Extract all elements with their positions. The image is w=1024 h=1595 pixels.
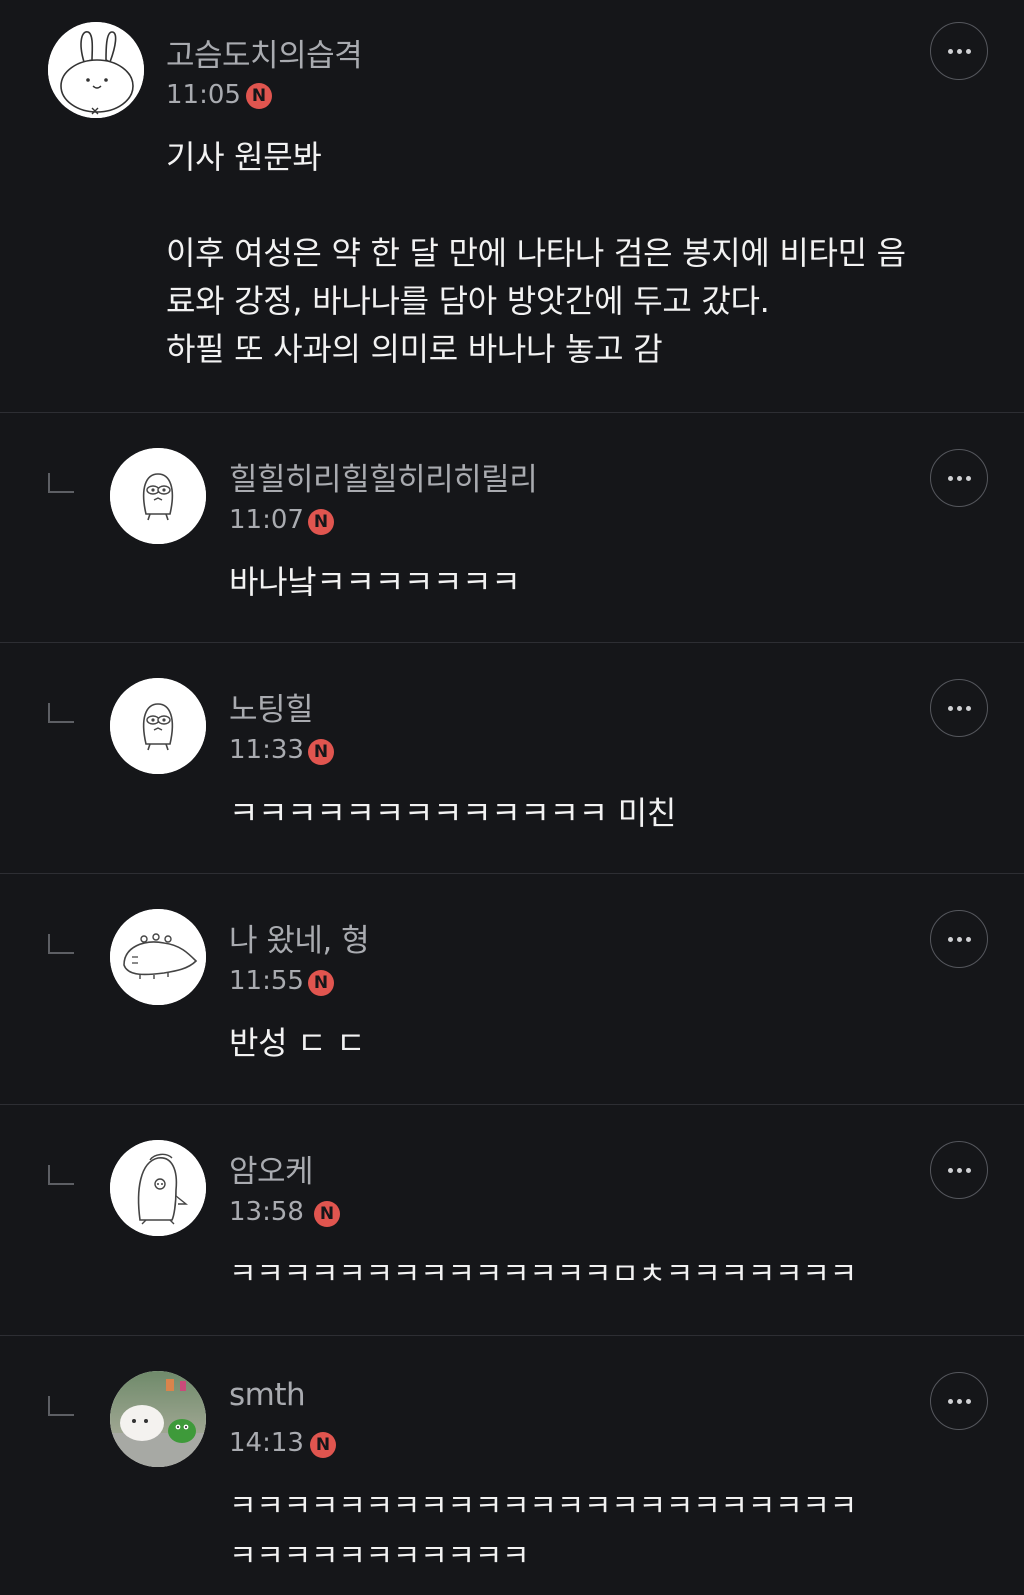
reply-indent-icon — [48, 1165, 74, 1185]
comment-time: 11:33 — [229, 735, 304, 765]
comment-text: ㅋㅋㅋㅋㅋㅋㅋㅋㅋㅋㅋㅋㅋㅋㅁㅊㅋㅋㅋㅋㅋㅋㅋ — [229, 1257, 857, 1292]
new-badge-icon: N — [310, 1432, 336, 1458]
comment-author[interactable]: 노팅힐 — [229, 684, 314, 729]
comment-time: 11:55 — [229, 966, 304, 996]
more-options-icon[interactable] — [930, 1141, 988, 1199]
new-badge-icon: N — [308, 739, 334, 765]
comment-time: 11:07 — [229, 505, 304, 535]
comment-time: 14:13 — [229, 1428, 304, 1458]
comment-text: ㅋㅋㅋㅋㅋㅋㅋㅋㅋㅋㅋㅋㅋ 미친 — [229, 794, 676, 832]
reply-item: 나 왔네, 형 11:55 N 반성 ㄷ ㄷ — [0, 874, 1024, 1105]
comment-author[interactable]: 암오케 — [229, 1146, 314, 1191]
reply-indent-icon — [48, 934, 74, 954]
reply-indent-icon — [48, 1396, 74, 1416]
creature-avatar[interactable] — [110, 448, 206, 544]
new-badge-icon: N — [308, 970, 334, 996]
comment-text: 바나낰ㅋㅋㅋㅋㅋㅋㅋ — [229, 563, 521, 601]
more-options-icon[interactable] — [930, 679, 988, 737]
reply-item: smth 14:13 N ㅋㅋㅋㅋㅋㅋㅋㅋㅋㅋㅋㅋㅋㅋㅋㅋㅋㅋㅋㅋㅋㅋㅋ ㅋㅋㅋ… — [0, 1336, 1024, 1595]
photo-avatar[interactable] — [110, 1371, 206, 1467]
comment-text: 반성 ㄷ ㄷ — [229, 1024, 366, 1062]
comment-text: ㅋㅋㅋㅋㅋㅋㅋㅋㅋㅋㅋㅋㅋㅋㅋㅋㅋㅋㅋㅋㅋㅋㅋ ㅋㅋㅋㅋㅋㅋㅋㅋㅋㅋㅋ — [229, 1489, 857, 1574]
comment-item: 고슴도치의습격 11:05 N 기사 원문봐 이후 여성은 약 한 달 만에 나… — [0, 0, 1024, 413]
reply-indent-icon — [48, 703, 74, 723]
reply-item: 암오케 13:58 N ㅋㅋㅋㅋㅋㅋㅋㅋㅋㅋㅋㅋㅋㅋㅁㅊㅋㅋㅋㅋㅋㅋㅋ — [0, 1105, 1024, 1336]
more-options-icon[interactable] — [930, 449, 988, 507]
reply-item: 노팅힐 11:33 N ㅋㅋㅋㅋㅋㅋㅋㅋㅋㅋㅋㅋㅋ 미친 — [0, 643, 1024, 874]
comment-author[interactable]: 나 왔네, 형 — [229, 915, 370, 960]
penguin-avatar[interactable] — [110, 1140, 206, 1236]
comment-time: 11:05 — [166, 80, 241, 110]
more-options-icon[interactable] — [930, 1372, 988, 1430]
reply-item: 힐힐히리힐힐히리히릴리 11:07 N 바나낰ㅋㅋㅋㅋㅋㅋㅋ — [0, 413, 1024, 643]
new-badge-icon: N — [308, 509, 334, 535]
reply-indent-icon — [48, 473, 74, 493]
new-badge-icon: N — [314, 1201, 340, 1227]
comment-author[interactable]: 고슴도치의습격 — [166, 30, 363, 75]
more-options-icon[interactable] — [930, 910, 988, 968]
comment-author[interactable]: 힐힐히리힐힐히리히릴리 — [229, 454, 538, 499]
comment-time: 13:58 — [229, 1197, 304, 1227]
comment-author[interactable]: smth — [229, 1377, 306, 1413]
more-options-icon[interactable] — [930, 22, 988, 80]
creature-avatar[interactable] — [110, 678, 206, 774]
comment-text: 기사 원문봐 이후 여성은 약 한 달 만에 나타나 검은 봉지에 비타민 음 … — [166, 138, 906, 368]
rabbit-avatar[interactable] — [48, 22, 144, 118]
lizard-avatar[interactable] — [110, 909, 206, 1005]
new-badge-icon: N — [246, 83, 272, 109]
